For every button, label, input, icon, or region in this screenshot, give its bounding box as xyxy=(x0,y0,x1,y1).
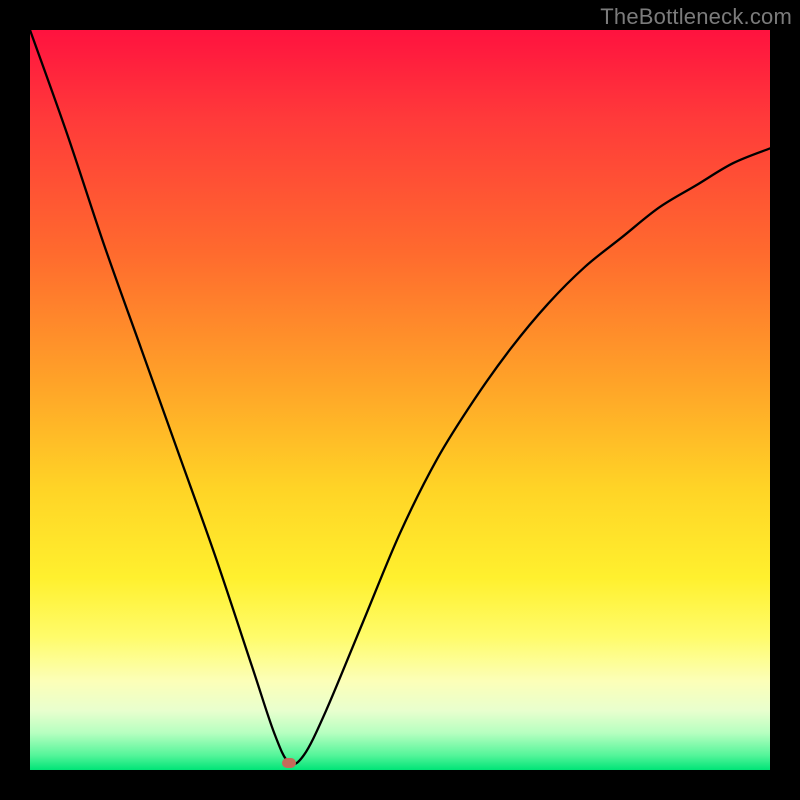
plot-area xyxy=(30,30,770,770)
watermark-text: TheBottleneck.com xyxy=(600,4,792,30)
bottleneck-curve xyxy=(30,30,770,764)
minimum-marker xyxy=(282,758,296,768)
chart-frame: TheBottleneck.com xyxy=(0,0,800,800)
curve-svg xyxy=(30,30,770,770)
